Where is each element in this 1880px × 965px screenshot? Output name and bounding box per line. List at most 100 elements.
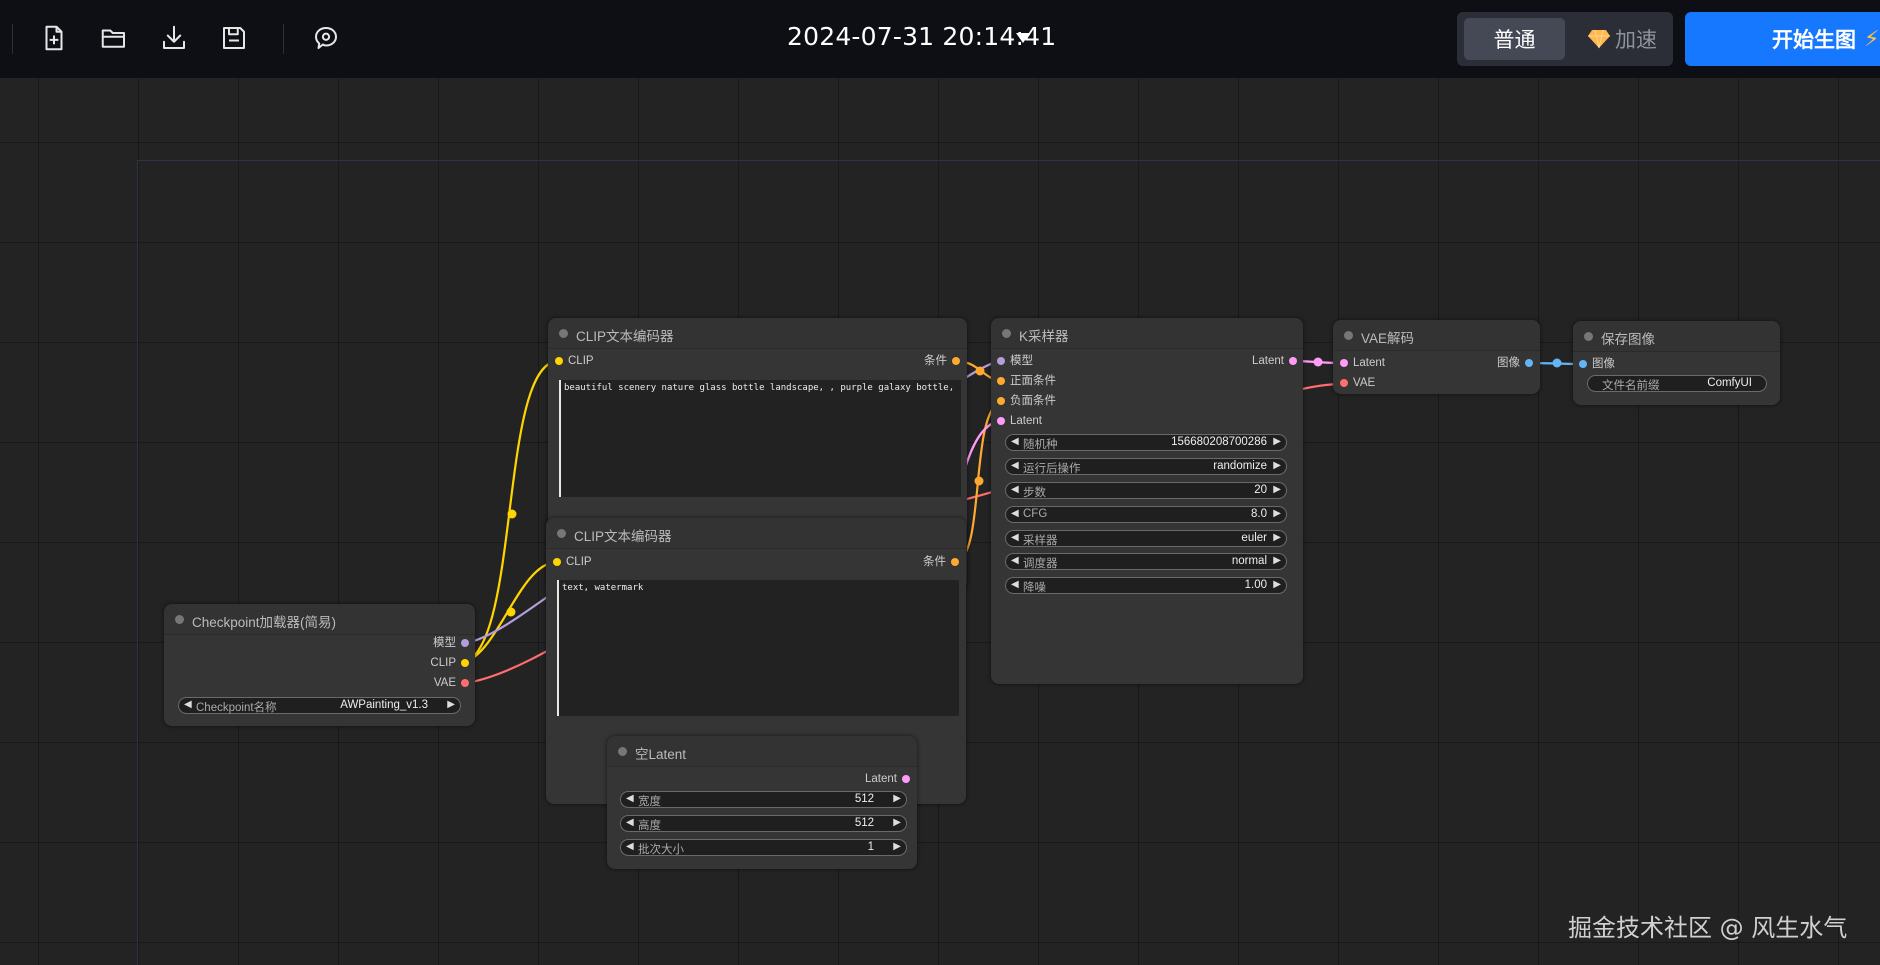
node-canvas[interactable]: CLIP文本编码器 CLIP 条件 beautiful scenery natu…	[0, 78, 1880, 965]
decrement-arrow-icon[interactable]: ◀	[1011, 508, 1019, 519]
seed-widget[interactable]: ◀ 随机种 156680208700286 ▶	[1005, 434, 1287, 451]
output-slot-image[interactable]: 图像	[1497, 356, 1533, 370]
mode-fast-button[interactable]: 加速	[1577, 18, 1667, 60]
collapse-dot[interactable]	[559, 329, 568, 338]
scheduler-widget[interactable]: ◀ 调度器 normal ▶	[1005, 553, 1287, 570]
output-slot-clip[interactable]: CLIP	[430, 656, 469, 670]
input-slot-vae[interactable]: VAE	[1340, 376, 1375, 390]
checkpoint-loader-node[interactable]: Checkpoint加载器(简易) 模型 CLIP VAE ◀ Checkpoin…	[164, 604, 475, 726]
slot-dot[interactable]	[461, 679, 469, 687]
collapse-dot[interactable]	[175, 615, 184, 624]
node-header[interactable]: CLIP文本编码器	[548, 318, 967, 349]
output-slot-latent[interactable]: Latent	[1252, 354, 1297, 368]
height-widget[interactable]: ◀ 高度 512 ▶	[620, 815, 907, 832]
slot-dot[interactable]	[952, 357, 960, 365]
save-icon[interactable]	[216, 20, 252, 56]
node-header[interactable]: Checkpoint加载器(简易)	[164, 604, 475, 635]
decrement-arrow-icon[interactable]: ◀	[1011, 579, 1019, 590]
increment-arrow-icon[interactable]: ▶	[893, 841, 901, 852]
slot-dot[interactable]	[1525, 359, 1533, 367]
collapse-dot[interactable]	[1344, 331, 1353, 340]
denoise-widget[interactable]: ◀ 降噪 1.00 ▶	[1005, 577, 1287, 594]
input-slot-latent[interactable]: Latent	[1340, 356, 1385, 370]
slot-dot[interactable]	[553, 558, 561, 566]
steps-widget[interactable]: ◀ 步数 20 ▶	[1005, 482, 1287, 499]
output-slot-conditioning[interactable]: 条件	[924, 354, 960, 368]
slot-dot[interactable]	[1340, 379, 1348, 387]
empty-latent-node[interactable]: 空Latent Latent ◀ 宽度 512 ▶ ◀ 高度 512 ▶ ◀ 批次大小 1 ▶	[607, 736, 917, 869]
control-after-generate-widget[interactable]: ◀ 运行后操作 randomize ▶	[1005, 458, 1287, 475]
decrement-arrow-icon[interactable]: ◀	[626, 817, 634, 828]
mode-normal-button[interactable]: 普通	[1464, 18, 1565, 60]
filename-prefix-widget[interactable]: 文件名前缀 ComfyUI	[1587, 375, 1767, 392]
cfg-widget[interactable]: ◀ CFG 8.0 ▶	[1005, 506, 1287, 523]
prompt-textarea[interactable]: text, watermark	[557, 580, 959, 716]
input-slot-positive[interactable]: 正面条件	[997, 374, 1056, 388]
slot-dot[interactable]	[555, 357, 563, 365]
increment-arrow-icon[interactable]: ▶	[1273, 532, 1281, 543]
input-slot-clip[interactable]: CLIP	[553, 555, 592, 569]
save-image-node[interactable]: 保存图像 图像 文件名前缀 ComfyUI	[1573, 321, 1780, 405]
slot-dot[interactable]	[1579, 360, 1587, 368]
output-slot-model[interactable]: 模型	[433, 636, 469, 650]
vae-decode-node[interactable]: VAE解码 Latent VAE 图像	[1333, 320, 1540, 394]
slot-dot[interactable]	[997, 377, 1005, 385]
decrement-arrow-icon[interactable]: ◀	[184, 699, 192, 710]
decrement-arrow-icon[interactable]: ◀	[1011, 555, 1019, 566]
slot-dot[interactable]	[461, 659, 469, 667]
model-icon[interactable]	[308, 20, 344, 56]
input-slot-model[interactable]: 模型	[997, 354, 1033, 368]
slot-dot[interactable]	[997, 417, 1005, 425]
node-header[interactable]: CLIP文本编码器	[546, 518, 966, 549]
increment-arrow-icon[interactable]: ▶	[1273, 436, 1281, 447]
output-slot-vae[interactable]: VAE	[434, 676, 469, 690]
slot-dot[interactable]	[461, 639, 469, 647]
input-slot-image[interactable]: 图像	[1579, 357, 1615, 371]
width-widget[interactable]: ◀ 宽度 512 ▶	[620, 791, 907, 808]
generate-button[interactable]: 开始生图 ⚡	[1685, 12, 1880, 66]
decrement-arrow-icon[interactable]: ◀	[1011, 484, 1019, 495]
node-header[interactable]: K采样器	[991, 318, 1303, 349]
decrement-arrow-icon[interactable]: ◀	[626, 793, 634, 804]
batch-size-widget[interactable]: ◀ 批次大小 1 ▶	[620, 839, 907, 856]
chevron-down-icon[interactable]	[1016, 33, 1030, 43]
increment-arrow-icon[interactable]: ▶	[1273, 460, 1281, 471]
prompt-textarea[interactable]: beautiful scenery nature glass bottle la…	[559, 380, 961, 497]
input-slot-negative[interactable]: 负面条件	[997, 394, 1056, 408]
node-header[interactable]: VAE解码	[1333, 320, 1540, 351]
input-slot-latent[interactable]: Latent	[997, 414, 1042, 428]
increment-arrow-icon[interactable]: ▶	[893, 793, 901, 804]
node-header[interactable]: 保存图像	[1573, 321, 1780, 352]
increment-arrow-icon[interactable]: ▶	[1273, 555, 1281, 566]
decrement-arrow-icon[interactable]: ◀	[1011, 532, 1019, 543]
slot-dot[interactable]	[997, 357, 1005, 365]
input-slot-clip[interactable]: CLIP	[555, 354, 594, 368]
increment-arrow-icon[interactable]: ▶	[1273, 508, 1281, 519]
collapse-dot[interactable]	[557, 529, 566, 538]
download-icon[interactable]	[156, 20, 192, 56]
output-slot-conditioning[interactable]: 条件	[923, 555, 959, 569]
decrement-arrow-icon[interactable]: ◀	[626, 841, 634, 852]
collapse-dot[interactable]	[1002, 329, 1011, 338]
collapse-dot[interactable]	[618, 747, 627, 756]
checkpoint-name-widget[interactable]: ◀ Checkpoint名称 AWPainting_v1.3 ▶	[178, 697, 461, 714]
output-slot-latent[interactable]: Latent	[865, 772, 910, 786]
sampler-widget[interactable]: ◀ 采样器 euler ▶	[1005, 530, 1287, 547]
slot-dot[interactable]	[997, 397, 1005, 405]
collapse-dot[interactable]	[1584, 332, 1593, 341]
increment-arrow-icon[interactable]: ▶	[1273, 484, 1281, 495]
widget-label: 采样器	[1023, 535, 1058, 547]
slot-dot[interactable]	[902, 775, 910, 783]
ksampler-node[interactable]: K采样器 模型 正面条件 负面条件 Latent Latent ◀ 随机种 1566…	[991, 318, 1303, 684]
slot-dot[interactable]	[951, 558, 959, 566]
slot-dot[interactable]	[1340, 359, 1348, 367]
new-file-icon[interactable]	[36, 20, 72, 56]
open-folder-icon[interactable]	[96, 20, 132, 56]
increment-arrow-icon[interactable]: ▶	[447, 699, 455, 710]
slot-dot[interactable]	[1289, 357, 1297, 365]
increment-arrow-icon[interactable]: ▶	[893, 817, 901, 828]
node-header[interactable]: 空Latent	[607, 736, 917, 767]
decrement-arrow-icon[interactable]: ◀	[1011, 436, 1019, 447]
increment-arrow-icon[interactable]: ▶	[1273, 579, 1281, 590]
decrement-arrow-icon[interactable]: ◀	[1011, 460, 1019, 471]
